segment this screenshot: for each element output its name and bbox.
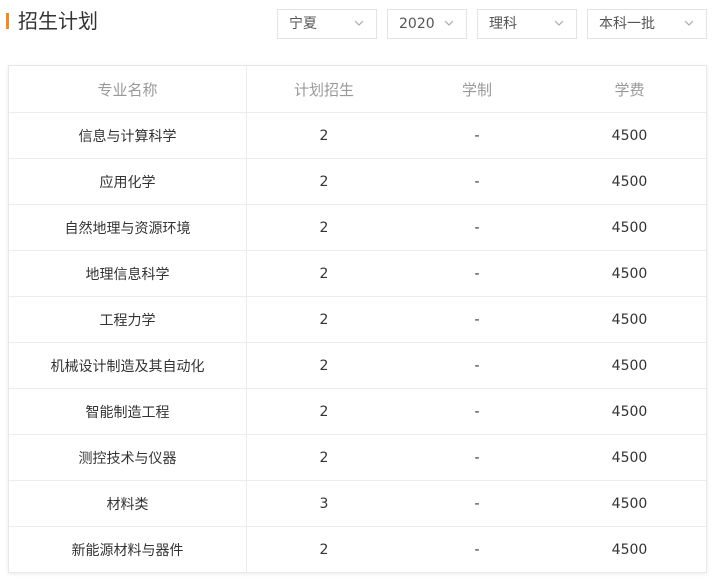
table-row: 自然地理与资源环境 2 - 4500 [9,205,706,251]
tuition-cell: 4500 [611,542,648,558]
plan-count-cell: 2 [319,127,329,144]
column-header-major: 专业名称 [9,66,247,112]
tuition-cell: 4500 [611,403,648,420]
plan-count-cell: 2 [319,311,329,328]
table-row: 智能制造工程 2 - 4500 [9,389,706,435]
duration-cell: - [474,173,480,190]
major-name-cell: 应用化学 [9,159,247,204]
tuition-cell: 4500 [611,219,648,236]
duration-cell: - [474,542,480,558]
duration-cell: - [474,357,480,374]
tuition-cell: 4500 [611,449,648,466]
major-name-cell: 机械设计制造及其自动化 [9,343,247,388]
year-select-value: 2020 [399,16,435,32]
tuition-cell: 4500 [611,127,648,144]
major-name-cell: 测控技术与仪器 [9,435,247,480]
batch-select[interactable]: 本科一批 [587,9,707,39]
major-name-cell: 自然地理与资源环境 [9,205,247,250]
tuition-cell: 4500 [611,265,648,282]
duration-cell: - [474,311,480,328]
table-header-row: 专业名称 计划招生 学制 学费 [9,66,706,113]
major-name-cell: 工程力学 [9,297,247,342]
plan-count-cell: 2 [319,357,329,374]
table-row: 测控技术与仪器 2 - 4500 [9,435,706,481]
duration-cell: - [474,127,480,144]
duration-cell: - [474,495,480,512]
chevron-down-icon [682,16,696,30]
major-name-cell: 地理信息科学 [9,251,247,296]
subject-select[interactable]: 理科 [477,9,577,39]
table-row: 地理信息科学 2 - 4500 [9,251,706,297]
table-row: 信息与计算科学 2 - 4500 [9,113,706,159]
chevron-down-icon [352,16,366,30]
plan-count-cell: 2 [319,403,329,420]
column-header-duration: 学制 [461,80,492,99]
table-row: 机械设计制造及其自动化 2 - 4500 [9,343,706,389]
tuition-cell: 4500 [611,495,648,512]
plan-count-cell: 3 [319,495,329,512]
tuition-cell: 4500 [611,173,648,190]
plan-count-cell: 2 [319,173,329,190]
province-select-value: 宁夏 [289,16,317,32]
column-header-plan: 计划招生 [293,80,354,99]
plan-count-cell: 2 [319,449,329,466]
plan-count-cell: 2 [319,219,329,236]
page-title: 招生计划 [18,9,98,33]
column-header-tuition: 学费 [614,80,645,99]
table-row: 材料类 3 - 4500 [9,481,706,527]
year-select[interactable]: 2020 [387,9,467,39]
duration-cell: - [474,403,480,420]
table-row: 工程力学 2 - 4500 [9,297,706,343]
subject-select-value: 理科 [489,16,517,32]
chevron-down-icon [442,16,456,30]
table-row: 应用化学 2 - 4500 [9,159,706,205]
plan-count-cell: 2 [319,542,329,558]
tuition-cell: 4500 [611,357,648,374]
batch-select-value: 本科一批 [599,16,655,32]
plan-count-cell: 2 [319,265,329,282]
major-name-cell: 新能源材料与器件 [9,527,247,573]
tuition-cell: 4500 [611,311,648,328]
duration-cell: - [474,265,480,282]
chevron-down-icon [552,16,566,30]
enrollment-plan-table: 专业名称 计划招生 学制 学费 信息与计算科学 2 - 4500 应用化学 2 … [8,65,707,573]
duration-cell: - [474,449,480,466]
major-name-cell: 材料类 [9,481,247,526]
table-row: 新能源材料与器件 2 - 4500 [9,527,706,573]
province-select[interactable]: 宁夏 [277,9,377,39]
major-name-cell: 智能制造工程 [9,389,247,434]
page-header: 招生计划 宁夏 2020 理科 本科一批 [0,0,715,50]
title-accent-bar [6,13,9,29]
duration-cell: - [474,219,480,236]
major-name-cell: 信息与计算科学 [9,113,247,158]
